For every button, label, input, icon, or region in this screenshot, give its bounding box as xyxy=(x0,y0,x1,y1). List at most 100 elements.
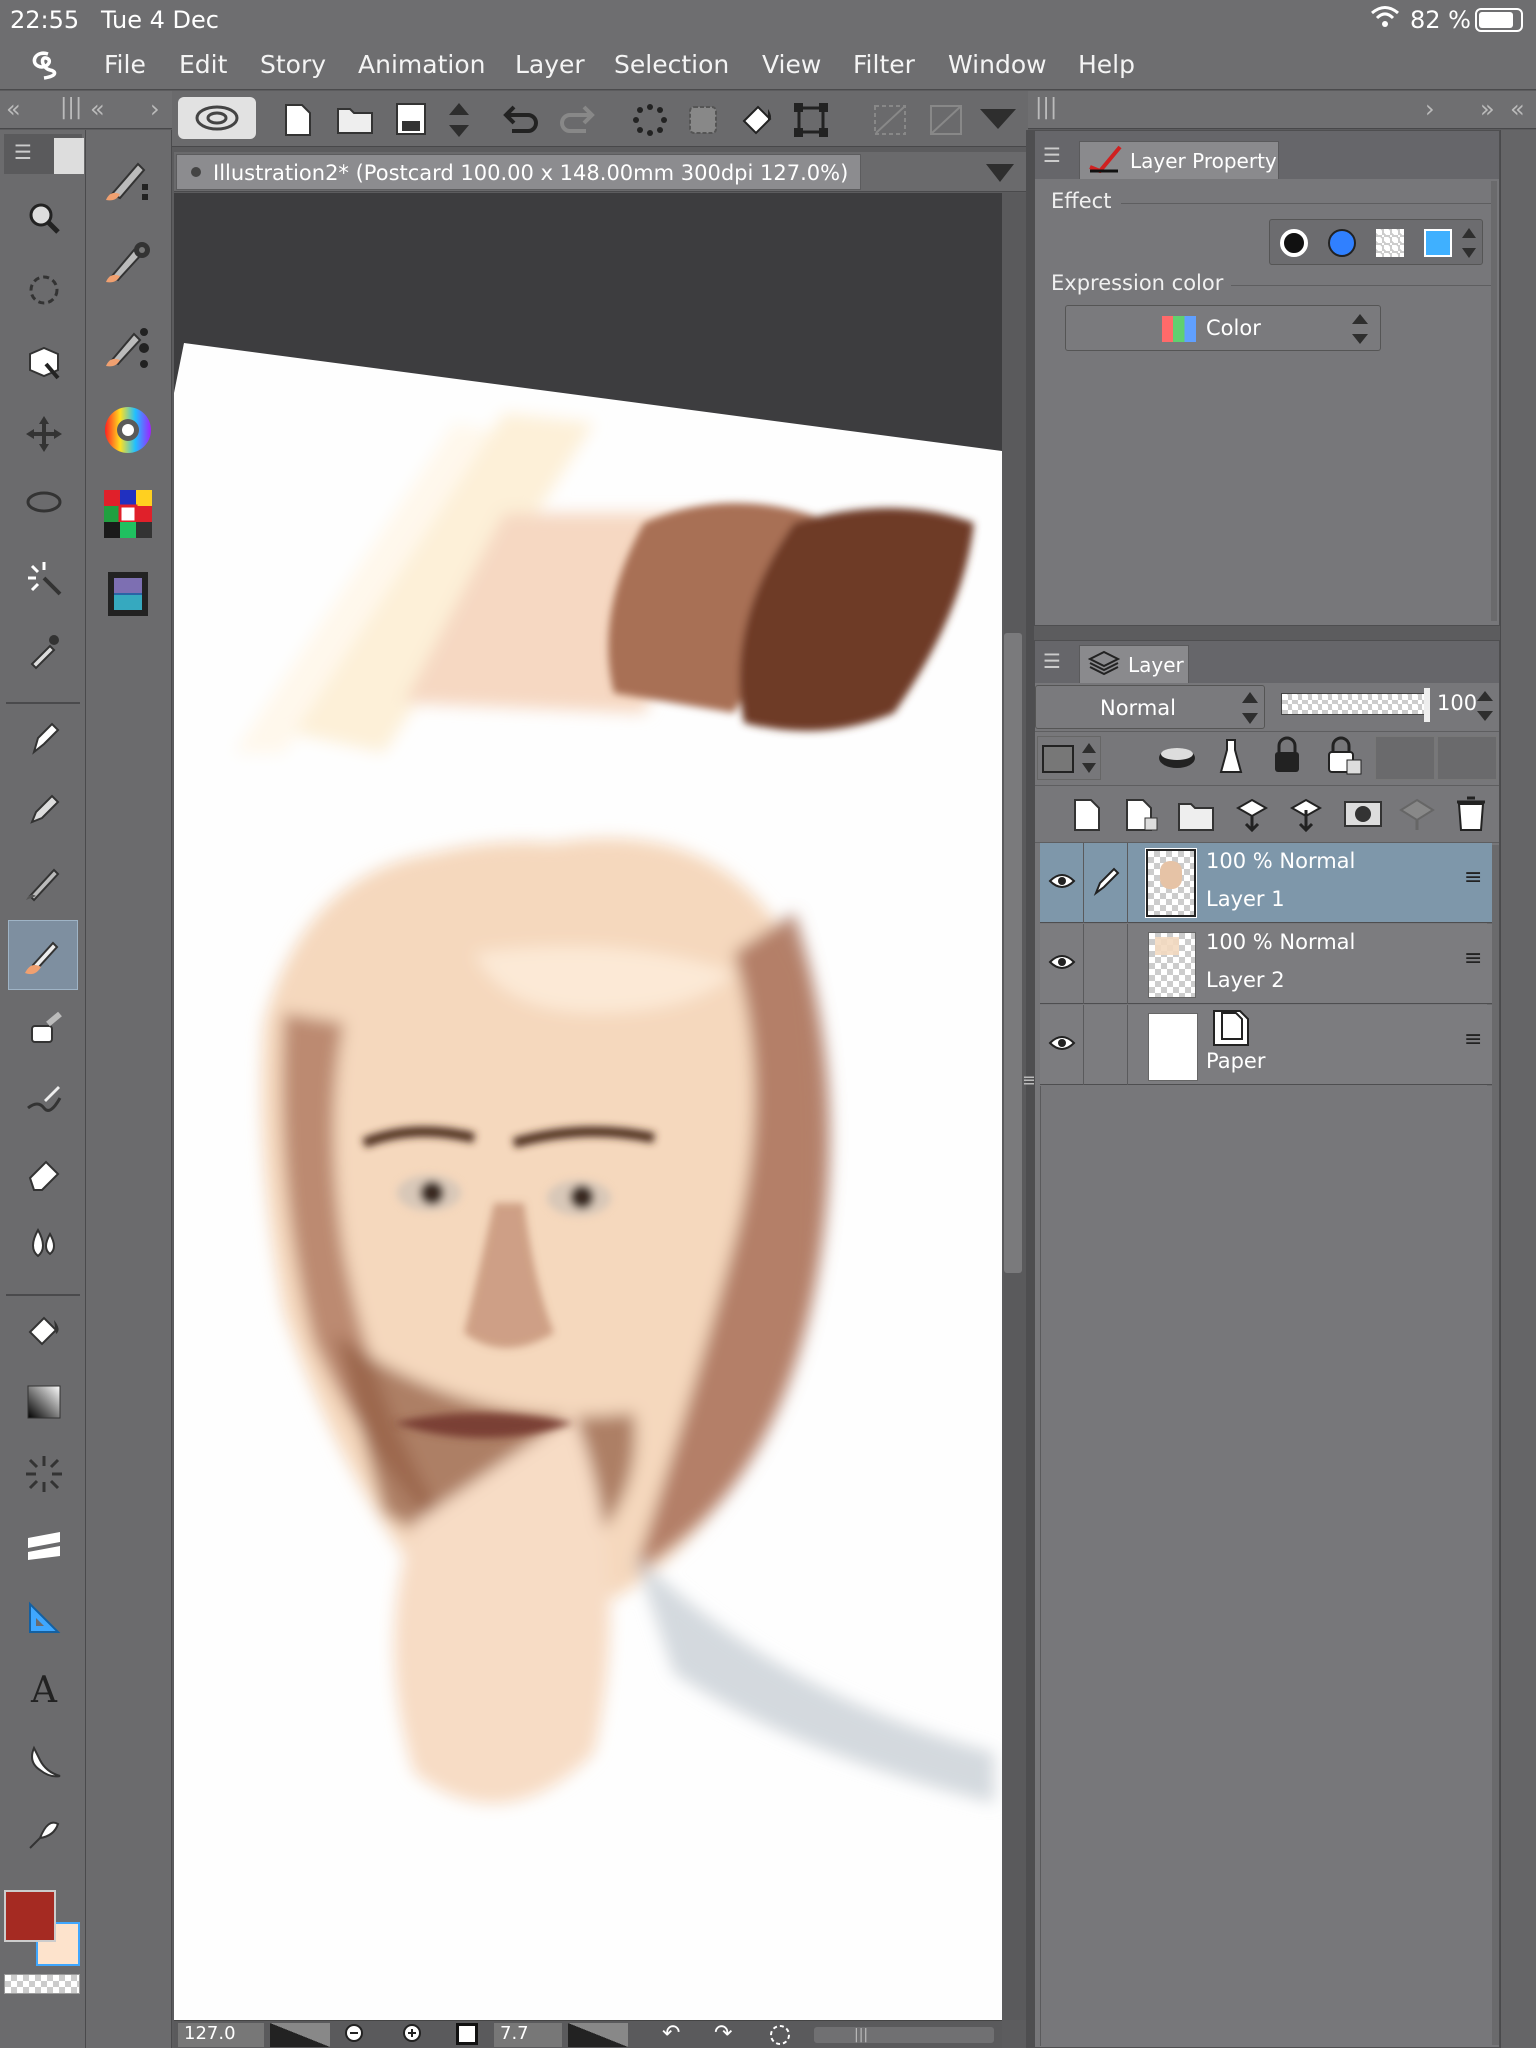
menu-selection[interactable]: Selection xyxy=(614,50,729,79)
brush-icon[interactable] xyxy=(16,854,72,910)
correct-line-icon[interactable] xyxy=(16,1806,72,1862)
blend-icon[interactable] xyxy=(8,920,78,990)
paper-menu-icon[interactable]: ≡ xyxy=(1464,1027,1482,1052)
pencil-icon[interactable] xyxy=(16,782,72,838)
sort-updown-icon[interactable] xyxy=(444,101,474,143)
rotate-icon[interactable] xyxy=(16,262,72,318)
airbrush-icon[interactable] xyxy=(16,1000,72,1056)
transform-icon[interactable] xyxy=(792,101,830,143)
zoom-out-icon[interactable] xyxy=(342,2021,368,2048)
rotate-right-icon[interactable]: ↷ xyxy=(714,2021,732,2046)
eye-icon[interactable] xyxy=(1048,871,1076,895)
app-logo-icon[interactable] xyxy=(28,48,64,84)
object-icon[interactable] xyxy=(16,334,72,390)
text-icon[interactable]: A xyxy=(16,1662,72,1718)
command-bar-dropdown-icon[interactable] xyxy=(978,105,1018,137)
menu-layer[interactable]: Layer xyxy=(515,50,585,79)
tone-effect-icon[interactable] xyxy=(1376,229,1404,257)
panel-menu-icon[interactable]: ☰ xyxy=(1043,143,1061,167)
transparent-color-swatch[interactable] xyxy=(4,1974,80,1994)
canvas-vertical-scrollbar[interactable] xyxy=(1002,193,1026,2020)
expression-color-select[interactable]: Color xyxy=(1065,305,1381,351)
zoom-value[interactable]: 127.0 xyxy=(178,2023,264,2047)
zoom-icon[interactable] xyxy=(16,190,72,246)
layer-row-2[interactable]: 100 % Normal Layer 2 ≡ xyxy=(1040,924,1492,1004)
ruler-options-disabled[interactable] xyxy=(1437,736,1497,780)
fill-icon[interactable] xyxy=(16,1302,72,1358)
resize-disabled-icon[interactable] xyxy=(928,103,964,141)
lasso-icon[interactable] xyxy=(16,478,72,534)
chevron-right-icon-2[interactable]: › xyxy=(1425,95,1435,123)
select-spinner-icon[interactable] xyxy=(1350,312,1370,350)
panel-divider[interactable]: ≡ xyxy=(1022,130,1037,2048)
gradient-icon[interactable] xyxy=(16,1374,72,1430)
property-scrollbar[interactable] xyxy=(1491,181,1497,621)
rotate-left-icon[interactable]: ↶ xyxy=(662,2021,680,2046)
chevron-right-icon[interactable]: › xyxy=(150,95,160,123)
pen-icon[interactable] xyxy=(16,710,72,766)
opacity-slider-handle[interactable] xyxy=(1424,688,1430,722)
frame-icon[interactable] xyxy=(16,1518,72,1574)
layer-color-spinner-icon[interactable] xyxy=(1080,741,1098,779)
main-color-swatch[interactable] xyxy=(4,1890,56,1942)
tab-layer-property[interactable]: Layer Property xyxy=(1079,141,1279,179)
menu-window[interactable]: Window xyxy=(948,50,1047,79)
menu-animation[interactable]: Animation xyxy=(358,50,485,79)
layer-mask-options-disabled[interactable] xyxy=(1375,736,1435,780)
pen-tab-icon[interactable] xyxy=(54,138,84,174)
balloon-icon[interactable] xyxy=(16,1734,72,1790)
clipping-icon[interactable] xyxy=(1157,740,1197,778)
tab-layer[interactable]: Layer xyxy=(1079,645,1189,683)
crop-disabled-icon[interactable] xyxy=(872,103,908,141)
grip-icon-right[interactable]: ||| xyxy=(1035,95,1057,120)
collapse-left-icon-2[interactable]: « xyxy=(90,95,105,123)
zoom-in-icon[interactable] xyxy=(400,2021,426,2048)
expand-right-icon[interactable]: » xyxy=(1480,95,1495,123)
blend-water-icon[interactable] xyxy=(16,1216,72,1272)
move-layer-icon[interactable] xyxy=(16,406,72,462)
decoration-icon[interactable] xyxy=(16,1072,72,1128)
color-set-icon[interactable] xyxy=(100,486,156,542)
opacity-slider[interactable] xyxy=(1281,688,1430,722)
save-icon[interactable] xyxy=(394,101,428,141)
layer-1-menu-icon[interactable]: ≡ xyxy=(1464,865,1482,890)
collapse-right-icon[interactable]: « xyxy=(1510,95,1525,123)
panel-menu-icon[interactable]: ☰ xyxy=(14,140,32,164)
eraser-icon[interactable] xyxy=(16,1144,72,1200)
subtool-settings-icon[interactable] xyxy=(100,234,156,290)
extract-line-icon[interactable] xyxy=(1328,229,1356,257)
animation-icon[interactable] xyxy=(100,566,156,622)
invert-selection-icon[interactable] xyxy=(684,101,722,143)
pen-edit-icon[interactable] xyxy=(1092,867,1120,901)
scrollbar-thumb[interactable] xyxy=(1004,633,1022,1273)
new-vector-layer-icon[interactable] xyxy=(1123,796,1161,838)
canvas-area[interactable] xyxy=(174,193,1002,2020)
lock-transparency-icon[interactable] xyxy=(1325,736,1365,780)
horizontal-scrollbar[interactable]: ||| xyxy=(814,2027,994,2043)
eyedropper-icon[interactable] xyxy=(16,622,72,678)
menu-view[interactable]: View xyxy=(762,50,821,79)
fit-canvas-icon[interactable] xyxy=(456,2023,478,2045)
layer-color-select[interactable] xyxy=(1037,736,1101,780)
opacity-spinner-icon[interactable] xyxy=(1475,689,1495,727)
tab-dropdown-icon[interactable] xyxy=(982,160,1018,190)
color-wheel-icon[interactable] xyxy=(100,402,156,458)
new-raster-layer-icon[interactable] xyxy=(1071,796,1103,838)
delete-layer-icon[interactable] xyxy=(1453,794,1489,838)
border-effect-icon[interactable] xyxy=(1280,229,1308,257)
magic-wand-icon[interactable] xyxy=(16,550,72,606)
open-folder-icon[interactable] xyxy=(336,103,374,139)
zoom-slider[interactable] xyxy=(270,2023,330,2047)
menu-story[interactable]: Story xyxy=(260,50,326,79)
lock-layer-icon[interactable] xyxy=(1271,736,1303,780)
figure-icon[interactable] xyxy=(16,1446,72,1502)
reset-rotation-icon[interactable] xyxy=(768,2023,792,2048)
layer-row-1[interactable]: 100 % Normal Layer 1 ≡ xyxy=(1040,843,1492,923)
menu-edit[interactable]: Edit xyxy=(179,50,227,79)
collapse-left-icon[interactable]: « xyxy=(6,95,21,123)
new-folder-icon[interactable] xyxy=(1177,796,1217,838)
undo-icon[interactable] xyxy=(502,103,542,139)
eye-icon[interactable] xyxy=(1048,952,1076,976)
redo-icon[interactable] xyxy=(556,103,596,139)
apply-mask-disabled-icon[interactable] xyxy=(1397,796,1437,838)
